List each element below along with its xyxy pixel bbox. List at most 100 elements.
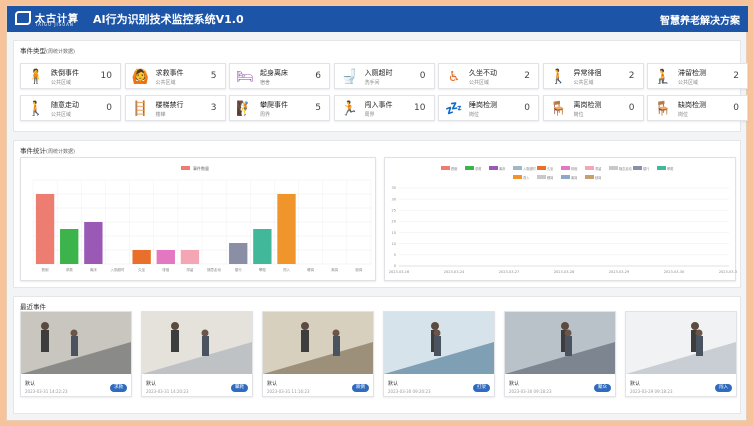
event-type-card[interactable]: 🏃 闯入事件 周界 10 <box>333 95 435 121</box>
event-type-count: 10 <box>100 71 112 81</box>
event-type-location: 公共区域 <box>469 80 490 86</box>
legend-label: 求救 <box>475 166 482 171</box>
bar[interactable] <box>229 243 248 264</box>
bar[interactable] <box>35 194 55 264</box>
event-types-section: 事件类型(周统计数据) 🧍 跌倒事件 公共区域 10 🙆 求救事件 公共区域 5 🛏 起身离床 宿舍… <box>13 40 748 132</box>
legend-label: 睡岗 <box>547 175 553 180</box>
recent-event-card[interactable]: 默认 2023-03-31 14:22:23 求救 <box>20 311 132 397</box>
event-caption: 默认 <box>146 381 157 387</box>
legend-swatch[interactable] <box>489 166 498 170</box>
event-tag-button[interactable]: 攀爬 <box>231 384 248 392</box>
event-snapshot[interactable] <box>21 312 131 374</box>
event-type-card[interactable]: 💤 睡岗检测 岗位 0 <box>438 95 539 121</box>
legend-swatch[interactable] <box>609 166 618 170</box>
event-type-card[interactable]: 🪜 楼梯禁行 楼梯 3 <box>124 95 226 121</box>
event-tag-button[interactable]: 求救 <box>110 384 127 392</box>
recent-event-card[interactable]: 默认 2023-03-30 09:18:23 聚众 <box>504 311 616 397</box>
legend-swatch[interactable] <box>441 166 450 170</box>
event-type-card[interactable]: 🙆 求救事件 公共区域 5 <box>124 63 226 89</box>
legend-label: 入厕超时 <box>523 166 537 171</box>
event-type-count: 3 <box>210 103 217 113</box>
event-type-location: 公共区域 <box>678 80 699 86</box>
legend-swatch[interactable] <box>561 166 570 170</box>
y-tick-label: 35 <box>392 186 396 190</box>
event-type-card[interactable]: 🪑 缺岗检测 岗位 0 <box>647 95 748 121</box>
legend-label: 离床 <box>499 166 506 171</box>
legend-swatch[interactable] <box>585 175 594 179</box>
recent-event-card[interactable]: 默认 2023-03-31 11:16:23 跌倒 <box>262 311 374 397</box>
event-type-card[interactable]: 🚽 入厕超时 洗手间 0 <box>333 63 435 89</box>
person-climbing-icon: 🧗 <box>236 101 254 117</box>
event-type-card[interactable]: 🚶 异常徘徊 公共区域 2 <box>542 63 644 89</box>
event-tag-button[interactable]: 聚众 <box>594 384 611 392</box>
event-type-card[interactable]: ♿ 久坐不动 公共区域 2 <box>438 63 539 89</box>
legend-swatch[interactable] <box>633 166 642 170</box>
event-snapshot[interactable] <box>384 312 494 374</box>
event-snapshot[interactable] <box>263 312 373 374</box>
event-snapshot[interactable] <box>505 312 615 374</box>
event-tag-button[interactable]: 打架 <box>473 384 490 392</box>
x-tick-label: 2023-03-27 <box>499 270 519 274</box>
x-tick-label: 缺岗 <box>355 267 362 272</box>
toilet-icon: 🚽 <box>340 69 359 85</box>
event-caption: 默认 <box>25 381 36 387</box>
bar[interactable] <box>277 194 296 264</box>
event-type-name: 异常徘徊 <box>573 69 602 77</box>
recent-event-card[interactable]: 默认 2023-03-29 09:18:23 闯入 <box>625 311 737 397</box>
bar[interactable] <box>253 229 272 264</box>
bar[interactable] <box>180 250 200 264</box>
event-type-name: 闯入事件 <box>364 101 393 109</box>
legend-swatch[interactable] <box>561 175 570 179</box>
logo-subtext: TAIGU JISUAN <box>35 22 74 27</box>
event-type-location: 公共区域 <box>573 80 594 86</box>
legend-swatch[interactable] <box>657 166 666 170</box>
event-snapshot[interactable] <box>626 312 736 374</box>
event-type-location: 周界 <box>364 112 375 118</box>
event-type-card[interactable]: 🧎 滞留检测 公共区域 2 <box>647 63 748 89</box>
bar[interactable] <box>132 250 151 264</box>
event-type-count: 2 <box>733 71 739 81</box>
event-type-name: 离岗检测 <box>573 101 602 109</box>
legend-label: 久坐 <box>547 166 554 171</box>
event-caption: 默认 <box>630 381 641 387</box>
event-snapshot[interactable] <box>142 312 252 374</box>
event-tag-button[interactable]: 闯入 <box>715 384 732 392</box>
legend-swatch[interactable] <box>513 175 522 179</box>
sleeping-desk-icon: 💤 <box>445 101 463 117</box>
event-tag-button[interactable]: 跌倒 <box>352 384 369 392</box>
legend-swatch[interactable] <box>537 175 546 179</box>
bar-chart: 事件数量跌倒 求救 离床 入厕超时 久坐 徘徊 滞留 随意走动 楼行 攀爬 闯入 睡岗 离岗 缺岗 <box>32 165 372 272</box>
legend-swatch[interactable] <box>513 166 522 170</box>
event-type-name: 睡岗检测 <box>469 101 497 109</box>
x-tick-label: 徘徊 <box>162 267 169 272</box>
event-caption: 默认 <box>509 381 520 387</box>
recent-event-card[interactable]: 默认 2023-03-30 09:20:23 打架 <box>383 311 495 397</box>
y-tick-label: 30 <box>392 197 396 201</box>
event-type-card[interactable]: 🪑 离岗检测 岗位 0 <box>542 95 644 121</box>
legend-swatch[interactable] <box>465 166 474 170</box>
x-tick-label: 2023-03-29 <box>609 270 629 274</box>
y-tick-label: 25 <box>392 208 396 212</box>
company-logo: 太古计算 TAIGU JISUAN <box>15 10 85 28</box>
event-type-name: 滞留检测 <box>678 69 706 77</box>
bar[interactable] <box>156 250 175 264</box>
event-type-card[interactable]: 🧗 攀爬事件 周界 5 <box>229 95 330 121</box>
recent-events-title: 最近事件 <box>20 303 46 311</box>
recent-events-section: 最近事件 默认 2023-03-31 14:22:23 求救 默认 2023-0… <box>13 296 741 414</box>
event-stats-title: 事件统计(周统计数据) <box>20 147 75 155</box>
event-type-card[interactable]: 🧍 跌倒事件 公共区域 10 <box>20 63 121 89</box>
legend-swatch[interactable] <box>537 166 546 170</box>
event-type-card[interactable]: 🚶 随意走动 公共区域 0 <box>20 95 121 121</box>
event-type-location: 岗位 <box>469 112 480 118</box>
app-header: 太古计算 TAIGU JISUAN AI行为识别技术监控系统V1.0 智慧养老解… <box>7 6 748 32</box>
recent-event-card[interactable]: 默认 2023-03-31 14:20:23 攀爬 <box>141 311 253 397</box>
bar[interactable] <box>60 229 79 264</box>
event-type-name: 求救事件 <box>155 69 184 77</box>
bar[interactable] <box>84 222 103 264</box>
x-tick-label: 2023-03-16 <box>389 270 409 274</box>
event-type-card[interactable]: 🛏 起身离床 宿舍 6 <box>229 63 330 89</box>
y-tick-label: 15 <box>392 231 396 235</box>
legend-label: 缺岗 <box>595 175 601 180</box>
x-tick-label: 2023-03-31 <box>719 270 737 274</box>
legend-swatch[interactable] <box>585 166 594 170</box>
